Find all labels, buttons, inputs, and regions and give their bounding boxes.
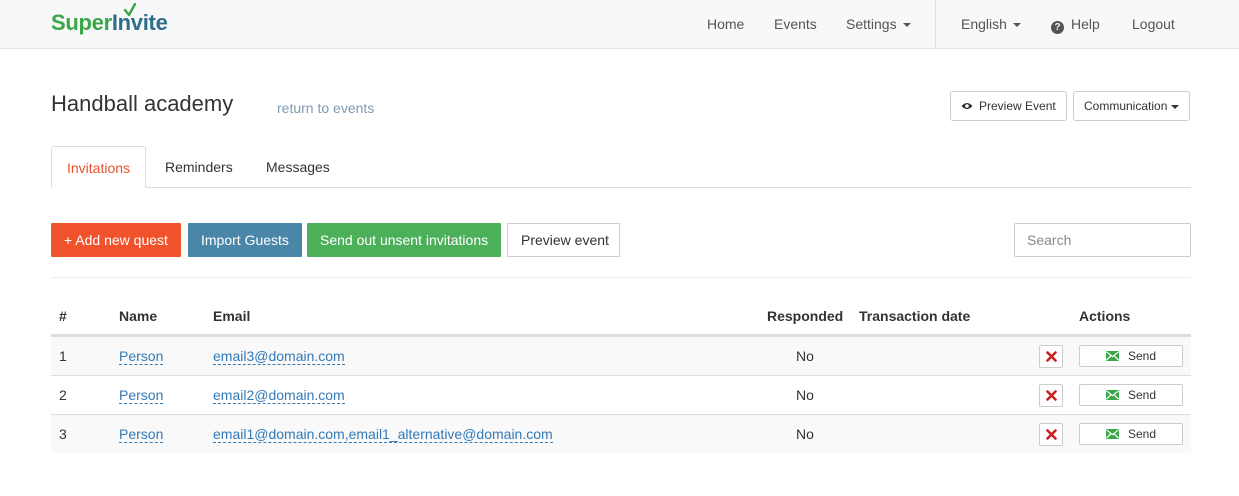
guest-email-link[interactable]: email1@domain.com,email1_alternative@dom… [213,426,553,443]
guest-email-link[interactable]: email3@domain.com [213,348,345,365]
nav-language-dropdown[interactable]: English [961,16,1021,32]
nav-help-link[interactable]: ? Help [1051,16,1100,34]
nav-logout-link[interactable]: Logout [1132,16,1175,32]
send-invitation-button[interactable]: Send [1079,345,1183,367]
page-title: Handball academy [51,91,234,116]
header-actions: Actions [1079,308,1131,324]
nav-help-label: Help [1071,16,1100,32]
guest-email-link[interactable]: email2@domain.com [213,387,345,404]
guest-name-link[interactable]: Person [119,426,164,443]
responded-value: No [796,426,814,442]
chevron-down-icon [1012,23,1021,28]
preview-event-outline-button[interactable]: Preview event [507,223,620,257]
header-email: Email [213,308,251,324]
import-guests-button[interactable]: Import Guests [188,223,302,257]
send-invitation-button[interactable]: Send [1079,384,1183,406]
preview-event-label: Preview Event [979,99,1056,113]
send-invitation-button[interactable]: Send [1079,423,1183,445]
question-circle-icon: ? [1051,21,1064,34]
preview-event-button[interactable]: Preview Event [950,91,1067,121]
row-number: 2 [59,387,67,403]
guest-name-link[interactable]: Person [119,348,164,365]
envelope-icon [1105,351,1119,361]
search-input[interactable] [1014,223,1191,257]
row-number: 3 [59,426,67,442]
header-number: # [59,308,67,324]
section-divider [51,277,1191,278]
close-icon [1046,390,1057,401]
nav-language-label: English [961,16,1007,32]
communication-label: Communication [1084,99,1168,113]
communication-dropdown-button[interactable]: Communication [1073,91,1191,121]
close-icon [1046,429,1057,440]
responded-value: No [796,387,814,403]
row-number: 1 [59,348,67,364]
send-label: Send [1127,427,1157,441]
nav-events-link[interactable]: Events [774,16,817,32]
header-name: Name [119,308,158,324]
chevron-down-icon [902,23,911,28]
tab-messages[interactable]: Messages [251,146,345,188]
superinvite-logo[interactable]: SuperInvite [51,10,168,36]
guests-table: # Name Email Responded Transaction date … [51,297,1191,453]
nav-settings-label: Settings [846,16,897,32]
send-label: Send [1127,349,1157,363]
return-to-events-link[interactable]: return to events [277,100,374,116]
eye-icon [961,103,973,109]
chevron-down-icon [1171,104,1180,109]
send-label: Send [1127,388,1157,402]
top-navbar: SuperInvite Home Events Settings English… [0,0,1239,49]
table-header-row: # Name Email Responded Transaction date … [51,297,1191,336]
table-row: 1 Person email3@domain.com No Send [51,336,1191,375]
envelope-icon [1105,390,1119,400]
nav-home-link[interactable]: Home [707,16,744,32]
add-new-guest-button[interactable]: + Add new quest [51,223,181,257]
table-row: 3 Person email1@domain.com,email1_altern… [51,414,1191,453]
responded-value: No [796,348,814,364]
tab-invitations[interactable]: Invitations [51,146,147,188]
logo-text-super: Super [51,10,112,35]
tab-reminders[interactable]: Reminders [150,146,248,188]
send-unsent-invitations-button[interactable]: Send out unsent invitations [307,223,502,257]
close-icon [1046,351,1057,362]
nav-divider [935,0,936,49]
header-transaction-date: Transaction date [859,308,971,324]
delete-guest-button[interactable] [1039,423,1063,446]
logo-text-invite: Invite [111,10,168,35]
guest-name-link[interactable]: Person [119,387,164,404]
logo-check-icon [123,3,137,17]
envelope-icon [1105,429,1119,439]
table-row: 2 Person email2@domain.com No Send [51,375,1191,414]
delete-guest-button[interactable] [1039,384,1063,407]
header-responded: Responded [767,308,844,324]
delete-guest-button[interactable] [1039,345,1063,368]
nav-settings-dropdown[interactable]: Settings [846,16,911,32]
